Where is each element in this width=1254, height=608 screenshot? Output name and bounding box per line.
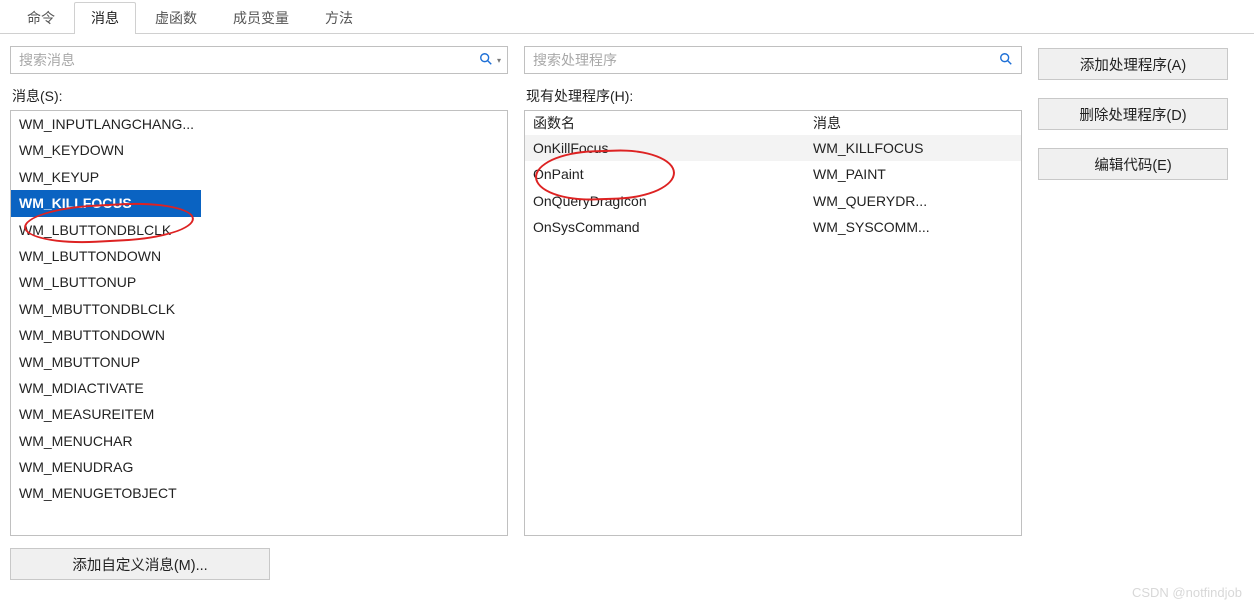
header-msg: 消息 xyxy=(813,113,841,133)
list-item[interactable]: WM_MENUGETOBJECT xyxy=(11,480,507,506)
list-item[interactable]: WM_LBUTTONDBLCLK xyxy=(11,217,507,243)
handlers-table-header: 函数名 消息 xyxy=(525,111,1021,135)
chevron-down-icon[interactable]: ▾ xyxy=(497,56,501,65)
search-handlers-input[interactable] xyxy=(531,51,997,69)
list-item[interactable]: WM_INPUTLANGCHANG... xyxy=(11,111,507,137)
tab-commands[interactable]: 命令 xyxy=(10,2,72,34)
cell-msg: WM_SYSCOMM... xyxy=(813,216,930,238)
table-row[interactable]: OnQueryDragIconWM_QUERYDR... xyxy=(525,188,1021,214)
messages-label: 消息(S): xyxy=(12,86,508,106)
messages-listbox[interactable]: WM_INPUTLANGCHANG...WM_KEYDOWNWM_KEYUPWM… xyxy=(10,110,508,536)
cell-msg: WM_QUERYDR... xyxy=(813,190,927,212)
tab-member-variables[interactable]: 成员变量 xyxy=(216,2,306,34)
list-item[interactable]: WM_KILLFOCUS xyxy=(11,190,507,216)
add-handler-button[interactable]: 添加处理程序(A) xyxy=(1038,48,1228,80)
cell-func: OnSysCommand xyxy=(533,216,813,238)
delete-handler-button[interactable]: 删除处理程序(D) xyxy=(1038,98,1228,130)
table-row[interactable]: OnKillFocusWM_KILLFOCUS xyxy=(525,135,1021,161)
cell-func: OnQueryDragIcon xyxy=(533,190,813,212)
add-custom-message-button[interactable]: 添加自定义消息(M)... xyxy=(10,548,270,580)
search-handlers-box[interactable] xyxy=(524,46,1022,74)
tab-messages[interactable]: 消息 xyxy=(74,2,136,34)
list-item[interactable]: WM_LBUTTONUP xyxy=(11,269,507,295)
tab-strip: 命令 消息 虚函数 成员变量 方法 xyxy=(0,0,1254,34)
list-item[interactable]: WM_KEYUP xyxy=(11,164,507,190)
search-icon[interactable] xyxy=(477,52,495,68)
table-row[interactable]: OnPaintWM_PAINT xyxy=(525,161,1021,187)
list-item[interactable]: WM_MDIACTIVATE xyxy=(11,375,507,401)
handlers-label: 现有处理程序(H): xyxy=(526,86,1022,106)
list-item[interactable]: WM_MENUDRAG xyxy=(11,454,507,480)
search-messages-box[interactable]: ▾ xyxy=(10,46,508,74)
list-item[interactable]: WM_LBUTTONDOWN xyxy=(11,243,507,269)
list-item[interactable]: WM_MBUTTONDBLCLK xyxy=(11,296,507,322)
table-row[interactable]: OnSysCommandWM_SYSCOMM... xyxy=(525,214,1021,240)
cell-msg: WM_PAINT xyxy=(813,163,886,185)
header-func: 函数名 xyxy=(533,113,813,133)
tab-virtual-functions[interactable]: 虚函数 xyxy=(138,2,214,34)
list-item[interactable]: WM_MENUCHAR xyxy=(11,428,507,454)
edit-code-button[interactable]: 编辑代码(E) xyxy=(1038,148,1228,180)
list-item[interactable]: WM_MBUTTONDOWN xyxy=(11,322,507,348)
handlers-table[interactable]: 函数名 消息 OnKillFocusWM_KILLFOCUSOnPaintWM_… xyxy=(524,110,1022,536)
search-icon[interactable] xyxy=(997,52,1015,68)
list-item[interactable]: WM_KEYDOWN xyxy=(11,137,507,163)
list-item[interactable]: WM_MBUTTONUP xyxy=(11,349,507,375)
tab-methods[interactable]: 方法 xyxy=(308,2,370,34)
cell-func: OnPaint xyxy=(533,163,813,185)
list-item[interactable]: WM_MEASUREITEM xyxy=(11,401,507,427)
cell-msg: WM_KILLFOCUS xyxy=(813,137,923,159)
cell-func: OnKillFocus xyxy=(533,137,813,159)
watermark-text: CSDN @notfindjob xyxy=(1132,585,1242,600)
search-messages-input[interactable] xyxy=(17,51,477,69)
